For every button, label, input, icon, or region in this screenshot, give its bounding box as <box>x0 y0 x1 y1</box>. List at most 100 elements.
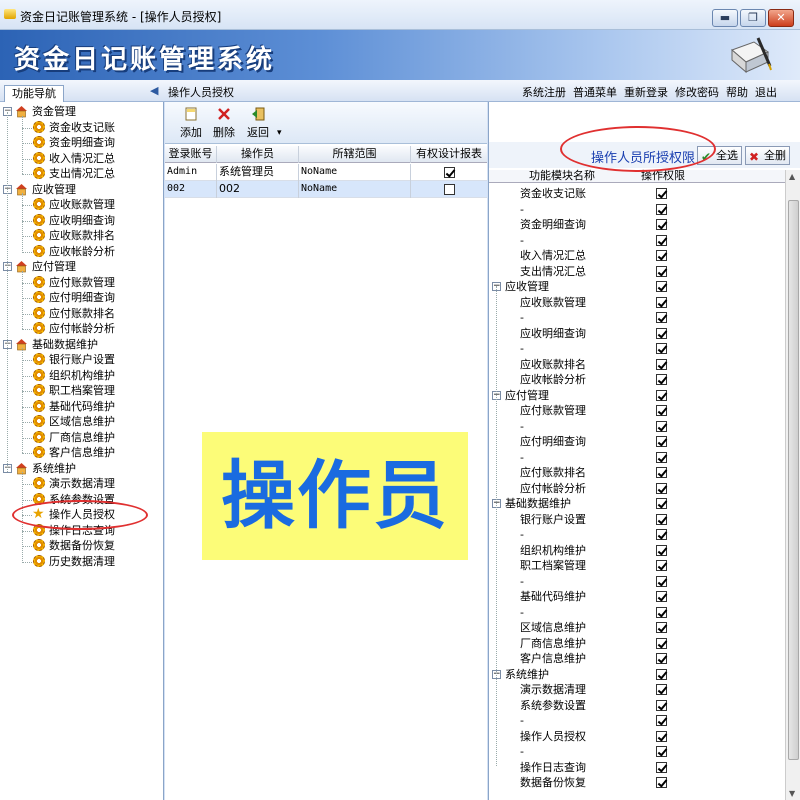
toolbar-more-icon[interactable]: ▾ <box>277 128 282 138</box>
permission-row[interactable]: 资金明细查询 <box>489 217 785 233</box>
table-row[interactable]: Admin 系统管理员 NoName <box>165 164 487 181</box>
col-module-name[interactable]: 功能模块名称 <box>529 170 595 182</box>
permission-checkbox[interactable] <box>656 684 667 695</box>
cell-account[interactable]: Admin <box>165 164 217 181</box>
permission-row[interactable]: - <box>489 310 785 326</box>
permission-checkbox[interactable] <box>656 746 667 757</box>
top-menu-item[interactable]: 普通菜单 <box>573 86 617 99</box>
top-menu-item[interactable]: 修改密码 <box>675 86 719 99</box>
permission-row[interactable]: 银行账户设置 <box>489 512 785 528</box>
permission-checkbox[interactable] <box>656 467 667 478</box>
permission-row[interactable]: 操作人员授权 <box>489 729 785 745</box>
permission-row[interactable]: - <box>489 450 785 466</box>
permission-checkbox[interactable] <box>656 327 667 339</box>
permission-checkbox[interactable] <box>656 653 667 664</box>
scroll-thumb[interactable] <box>788 200 799 760</box>
cell-operator[interactable]: 002 <box>217 181 299 198</box>
design-report-checkbox[interactable] <box>443 166 455 178</box>
tree-item[interactable]: 职工档案管理 <box>0 383 164 398</box>
tree-item[interactable]: 银行账户设置 <box>0 352 164 367</box>
tree-item[interactable]: 应付账款管理 <box>0 275 164 290</box>
permission-row[interactable]: 资金收支记账 <box>489 186 785 202</box>
table-row[interactable]: 002 002 NoName <box>165 181 487 198</box>
permission-row[interactable]: - <box>489 202 785 218</box>
permission-row[interactable]: 应收明细查询 <box>489 326 785 342</box>
permission-row[interactable]: 应收账款排名 <box>489 357 785 373</box>
permission-checkbox[interactable] <box>656 544 667 556</box>
back-button[interactable]: 返回 <box>240 105 276 141</box>
permission-checkbox[interactable] <box>656 405 667 416</box>
tree-group[interactable]: − 资金管理 <box>0 104 164 119</box>
permission-checkbox[interactable] <box>656 591 667 602</box>
permission-row[interactable]: 应付明细查询 <box>489 434 785 450</box>
tree-item[interactable]: ★ 操作人员授权 <box>0 507 164 522</box>
permission-row[interactable]: 应收账款管理 <box>489 295 785 311</box>
tab-function-nav[interactable]: 功能导航 <box>4 85 64 102</box>
permission-row[interactable]: - <box>489 341 785 357</box>
tree-group[interactable]: − 系统维护 <box>0 461 164 476</box>
cell-design-report[interactable] <box>411 164 487 181</box>
permission-row[interactable]: 应付账款排名 <box>489 465 785 481</box>
permission-row[interactable]: - <box>489 744 785 760</box>
permission-row[interactable]: 收入情况汇总 <box>489 248 785 264</box>
delete-button[interactable]: 删除 <box>206 105 242 141</box>
cell-scope[interactable]: NoName <box>299 164 411 181</box>
permission-checkbox[interactable] <box>656 730 667 742</box>
tree-item[interactable]: 资金明细查询 <box>0 135 164 150</box>
cell-account[interactable]: 002 <box>165 181 217 198</box>
tree-item[interactable]: 系统参数设置 <box>0 492 164 507</box>
tree-item[interactable]: 应收明细查询 <box>0 213 164 228</box>
permission-row[interactable]: 区域信息维护 <box>489 620 785 636</box>
permission-checkbox[interactable] <box>656 203 667 215</box>
tree-item[interactable]: 组织机构维护 <box>0 368 164 383</box>
permission-checkbox[interactable] <box>656 358 667 370</box>
permission-row[interactable]: 应付账款管理 <box>489 403 785 419</box>
permission-checkbox[interactable] <box>656 281 667 292</box>
permission-row[interactable]: 系统参数设置 <box>489 698 785 714</box>
permission-checkbox[interactable] <box>656 389 667 401</box>
permission-row[interactable]: 组织机构维护 <box>489 543 785 559</box>
permission-checkbox[interactable] <box>656 622 667 633</box>
permission-row[interactable]: 应收帐龄分析 <box>489 372 785 388</box>
tree-item[interactable]: 收入情况汇总 <box>0 151 164 166</box>
permission-group-row[interactable]: − 基础数据维护 <box>489 496 785 512</box>
minimize-button[interactable]: ▬ <box>712 9 738 27</box>
permission-scrollbar[interactable]: ▲ ▼ <box>785 170 800 800</box>
tree-item[interactable]: 应收账款管理 <box>0 197 164 212</box>
tree-item[interactable]: 演示数据清理 <box>0 476 164 491</box>
col-scope[interactable]: 所辖范围 <box>299 146 411 163</box>
col-operator[interactable]: 操作员 <box>217 146 299 163</box>
tree-group[interactable]: − 应收管理 <box>0 182 164 197</box>
cell-operator[interactable]: 系统管理员 <box>217 164 299 181</box>
permission-checkbox[interactable] <box>656 668 667 680</box>
permission-row[interactable]: 操作日志查询 <box>489 760 785 776</box>
permission-checkbox[interactable] <box>656 637 667 649</box>
permission-row[interactable]: - <box>489 527 785 543</box>
col-account[interactable]: 登录账号 <box>165 146 217 163</box>
collapse-left-icon[interactable]: ◀ <box>150 84 158 97</box>
permission-checkbox[interactable] <box>656 606 667 618</box>
permission-checkbox[interactable] <box>656 250 667 261</box>
tree-item[interactable]: 应付明细查询 <box>0 290 164 305</box>
tree-item[interactable]: 基础代码维护 <box>0 399 164 414</box>
permission-checkbox[interactable] <box>656 436 667 447</box>
permission-checkbox[interactable] <box>656 482 667 494</box>
permission-checkbox[interactable] <box>656 699 667 711</box>
top-menu-item[interactable]: 重新登录 <box>624 86 668 99</box>
permission-checkbox[interactable] <box>656 343 667 354</box>
permission-checkbox[interactable] <box>656 715 667 726</box>
tree-item[interactable]: 历史数据清理 <box>0 554 164 569</box>
scroll-down-icon[interactable]: ▼ <box>789 789 795 798</box>
tree-item[interactable]: 客户信息维护 <box>0 445 164 460</box>
permission-checkbox[interactable] <box>656 296 667 308</box>
tree-item[interactable]: 应收账款排名 <box>0 228 164 243</box>
permission-row[interactable]: - <box>489 605 785 621</box>
permission-group-row[interactable]: − 应付管理 <box>489 388 785 404</box>
col-permission[interactable]: 操作权限 <box>641 170 685 182</box>
scroll-up-icon[interactable]: ▲ <box>789 172 795 181</box>
permission-checkbox[interactable] <box>656 498 667 509</box>
permission-group-row[interactable]: − 系统维护 <box>489 667 785 683</box>
add-button[interactable]: 添加 <box>173 105 209 141</box>
permission-group-row[interactable]: − 应收管理 <box>489 279 785 295</box>
permission-checkbox[interactable] <box>656 761 667 773</box>
